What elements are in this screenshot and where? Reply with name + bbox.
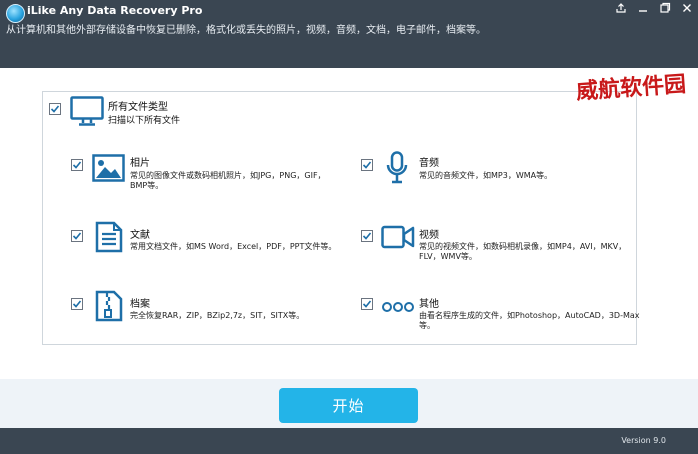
monitor-icon [70,96,104,132]
all-file-types-checkbox[interactable] [49,103,61,115]
watermark-logo: 威航软件园 [575,71,687,105]
more-dots-icon [382,298,414,317]
audio-checkbox[interactable] [361,159,373,171]
documents-desc-line1: 常用文档文件，如MS Word，Excel，PDF，PPT文件等。 [130,242,337,251]
all-file-types-title: 所有文件类型 [108,102,168,113]
restore-button[interactable] [654,0,676,16]
others-checkbox[interactable] [361,298,373,310]
app-subtitle: 从计算机和其他外部存储设备中恢复已删除，格式化或丢失的照片，视频，音频，文档，电… [6,25,486,36]
video-title: 视频 [419,230,439,241]
archives-desc-line1: 完全恢复RAR，ZIP，BZip2,7z，SIT，SITX等。 [130,311,305,320]
status-bar: Version 9.0 [0,428,698,454]
microphone-icon [385,151,409,189]
photos-title: 相片 [130,158,150,169]
share-icon[interactable] [610,0,632,16]
title-bar: iLike Any Data Recovery Pro 从计算机和其他外部存储设… [0,0,698,68]
all-file-types-desc: 扫描以下所有文件 [108,116,181,126]
others-desc-line1: 由看名程序生成的文件，如Photoshop，AutoCAD，3D-Max [419,311,640,320]
image-icon [92,154,125,186]
others-title: 其他 [419,299,439,310]
app-title: iLike Any Data Recovery Pro [27,4,203,17]
others-desc-line2: 等。 [419,321,435,330]
audio-title: 音频 [419,158,439,169]
archives-title: 档案 [130,299,150,310]
photos-desc-line2: BMP等。 [130,181,164,190]
archives-checkbox[interactable] [71,298,83,310]
documents-checkbox[interactable] [71,230,83,242]
video-camera-icon [381,225,415,253]
start-button[interactable]: 开始 [279,388,418,423]
video-desc-line2: FLV，WMV等。 [419,252,477,261]
zip-archive-icon [95,290,123,326]
documents-title: 文献 [130,230,150,241]
video-checkbox[interactable] [361,230,373,242]
document-icon [95,221,123,257]
version-label: Version 9.0 [621,436,666,445]
photos-checkbox[interactable] [71,159,83,171]
audio-desc-line1: 常见的音频文件，如MP3，WMA等。 [419,171,553,180]
minimize-button[interactable] [632,0,654,16]
close-button[interactable] [676,0,698,16]
